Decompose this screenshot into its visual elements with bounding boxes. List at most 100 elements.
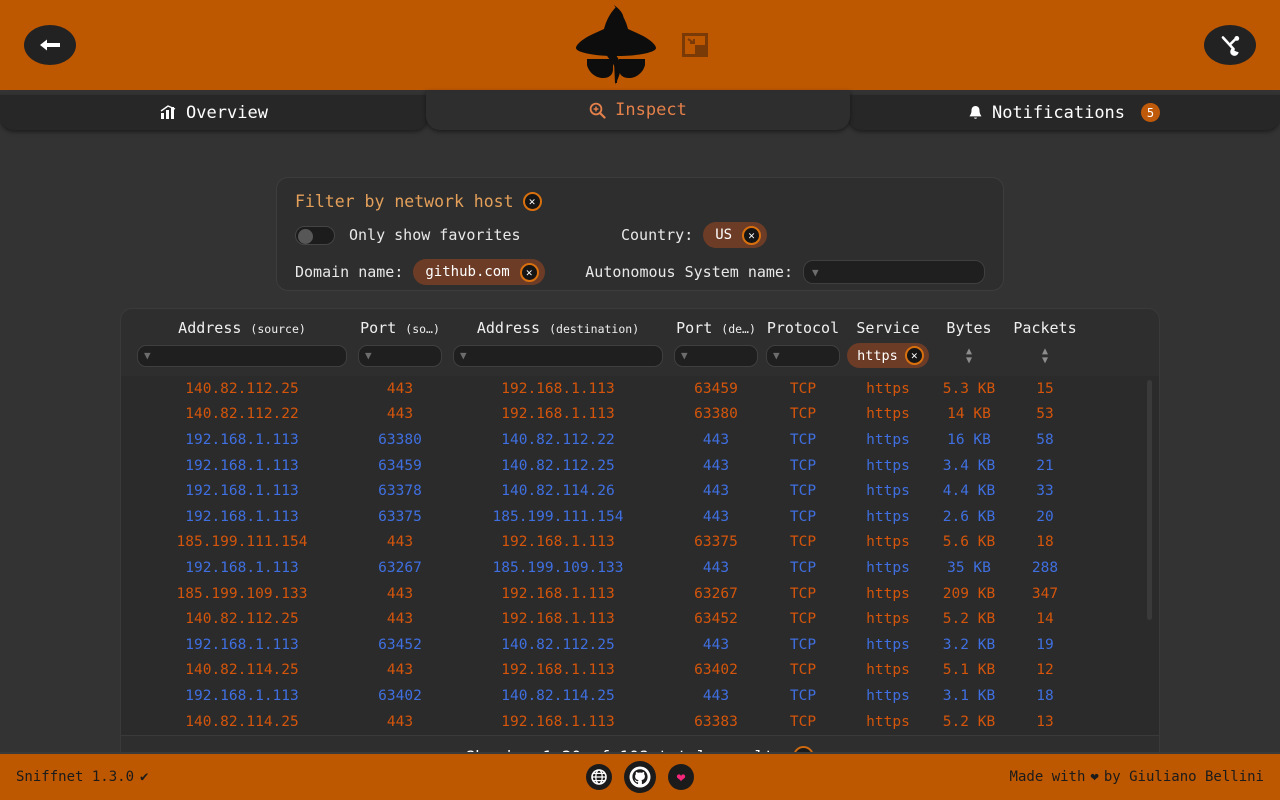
cell-addr-src: 140.82.112.22 bbox=[185, 406, 299, 423]
cell-addr-dst: 192.168.1.113 bbox=[501, 380, 615, 397]
table-body: 140.82.112.25 443 192.168.1.113 63459 TCP htt… bbox=[121, 376, 1159, 735]
table-row[interactable]: 140.82.112.25 443 192.168.1.113 63459 TCP htt… bbox=[121, 376, 1159, 402]
filter-input-port-dst[interactable]: ▼ bbox=[674, 344, 758, 367]
cell-addr-src: 192.168.1.113 bbox=[185, 559, 299, 576]
filter-cell-addr-dst: ▼ bbox=[447, 344, 669, 367]
cell-service: https bbox=[866, 662, 910, 679]
settings-button[interactable] bbox=[1204, 25, 1256, 65]
sort-bytes-button[interactable]: ▲ ▼ bbox=[966, 346, 972, 365]
asn-filter-input[interactable]: ▼ bbox=[803, 260, 985, 284]
clear-service-filter-button[interactable]: ✕ bbox=[904, 346, 924, 365]
filter-row-2: Domain name: github.com ✕ Autonomous Sys… bbox=[295, 259, 985, 285]
github-link-button[interactable] bbox=[624, 761, 656, 793]
cell-addr-dst: 192.168.1.113 bbox=[501, 611, 615, 628]
table-row[interactable]: 185.199.111.154 443 192.168.1.113 63375 TCP h… bbox=[121, 530, 1159, 556]
cell-protocol: TCP bbox=[789, 687, 817, 704]
cell-port-src: 63375 bbox=[378, 508, 422, 525]
cell-port-src: 63452 bbox=[378, 636, 422, 653]
column-header-service[interactable]: Service bbox=[843, 319, 933, 337]
filter-cell-protocol: ▼ bbox=[763, 344, 843, 367]
filter-input-port-src[interactable]: ▼ bbox=[358, 344, 442, 367]
cell-port-src: 443 bbox=[386, 662, 414, 679]
picture-in-picture-button[interactable] bbox=[680, 30, 710, 60]
filter-cell-port-dst: ▼ bbox=[669, 344, 763, 367]
clear-domain-filter-button[interactable]: ✕ bbox=[519, 262, 539, 282]
cell-addr-src: 192.168.1.113 bbox=[185, 483, 299, 500]
column-header-port-src[interactable]: Port (so…) bbox=[353, 319, 447, 337]
cell-addr-dst: 192.168.1.113 bbox=[501, 406, 615, 423]
table-row[interactable]: 192.168.1.113 63267 185.199.109.133 443 TCP h… bbox=[121, 555, 1159, 581]
service-filter-value: https bbox=[857, 347, 898, 364]
cell-packets: 347 bbox=[1031, 585, 1059, 602]
column-header-protocol[interactable]: Protocol bbox=[763, 319, 843, 337]
cell-protocol: TCP bbox=[789, 406, 817, 423]
clear-all-filters-button[interactable]: ✕ bbox=[522, 192, 542, 211]
tab-inspect[interactable]: Inspect bbox=[426, 90, 850, 130]
picture-in-picture-icon bbox=[682, 33, 708, 57]
cell-service: https bbox=[866, 534, 910, 551]
tab-notifications[interactable]: Notifications 5 bbox=[848, 95, 1280, 130]
cell-port-dst: 443 bbox=[702, 508, 730, 525]
cell-protocol: TCP bbox=[789, 483, 817, 500]
table-row[interactable]: 140.82.114.25 443 192.168.1.113 63383 TCP htt… bbox=[121, 709, 1159, 735]
column-header-packets[interactable]: Packets bbox=[1005, 319, 1085, 337]
table-header-labels: Address (source) Port (so…) Address (des… bbox=[121, 319, 1159, 337]
sponsor-link-button[interactable]: ❤ bbox=[668, 764, 694, 790]
filter-cell-bytes: ▲ ▼ bbox=[933, 346, 1005, 365]
table-row[interactable]: 185.199.109.133 443 192.168.1.113 63267 TCP h… bbox=[121, 581, 1159, 607]
cell-addr-src: 192.168.1.113 bbox=[185, 636, 299, 653]
cell-bytes: 5.2 KB bbox=[942, 713, 996, 730]
tab-overview[interactable]: Overview bbox=[0, 95, 428, 130]
cell-service: https bbox=[866, 457, 910, 474]
col-sub: (so…) bbox=[405, 322, 440, 336]
col-sub: (de…) bbox=[721, 322, 756, 336]
table-row[interactable]: 192.168.1.113 63378 140.82.114.26 443 TCP htt… bbox=[121, 478, 1159, 504]
funnel-icon: ▼ bbox=[681, 349, 688, 362]
cell-packets: 19 bbox=[1036, 636, 1054, 653]
service-filter-chip[interactable]: https ✕ bbox=[847, 343, 929, 368]
domain-filter-chip[interactable]: github.com ✕ bbox=[413, 259, 545, 285]
sort-packets-button[interactable]: ▲ ▼ bbox=[1042, 346, 1048, 365]
clear-country-filter-button[interactable]: ✕ bbox=[742, 225, 762, 245]
table-row[interactable]: 192.168.1.113 63375 185.199.111.154 443 TCP h… bbox=[121, 504, 1159, 530]
cell-port-dst: 63380 bbox=[694, 406, 738, 423]
country-filter-chip[interactable]: US ✕ bbox=[703, 222, 768, 248]
cell-port-src: 443 bbox=[386, 380, 414, 397]
column-header-bytes[interactable]: Bytes bbox=[933, 319, 1005, 337]
cell-port-src: 63267 bbox=[378, 559, 422, 576]
arrow-left-icon bbox=[40, 39, 60, 51]
globe-icon bbox=[591, 769, 607, 785]
table-row[interactable]: 192.168.1.113 63380 140.82.112.22 443 TCP htt… bbox=[121, 427, 1159, 453]
cell-packets: 14 bbox=[1036, 611, 1054, 628]
filter-input-protocol[interactable]: ▼ bbox=[766, 344, 840, 367]
table-row[interactable]: 192.168.1.113 63402 140.82.114.25 443 TCP htt… bbox=[121, 683, 1159, 709]
credit-suffix: by Giuliano Bellini bbox=[1103, 769, 1264, 785]
table-row[interactable]: 140.82.112.22 443 192.168.1.113 63380 TCP htt… bbox=[121, 402, 1159, 428]
cell-bytes: 4.4 KB bbox=[942, 483, 996, 500]
table-row[interactable]: 140.82.112.25 443 192.168.1.113 63452 TCP htt… bbox=[121, 606, 1159, 632]
column-header-addr-dst[interactable]: Address (destination) bbox=[447, 319, 669, 337]
column-header-port-dst[interactable]: Port (de…) bbox=[669, 319, 763, 337]
table-scrollbar[interactable] bbox=[1147, 380, 1152, 620]
table-row[interactable]: 192.168.1.113 63452 140.82.112.25 443 TCP htt… bbox=[121, 632, 1159, 658]
cell-bytes: 209 KB bbox=[942, 585, 996, 602]
cell-protocol: TCP bbox=[789, 457, 817, 474]
col-label: Port bbox=[360, 319, 397, 337]
back-button[interactable] bbox=[24, 25, 76, 65]
filter-input-addr-dst[interactable]: ▼ bbox=[453, 344, 663, 367]
cell-addr-dst: 140.82.114.26 bbox=[501, 483, 615, 500]
cell-service: https bbox=[866, 585, 910, 602]
cell-packets: 58 bbox=[1036, 431, 1054, 448]
credits: Made with ❤ by Giuliano Bellini bbox=[1010, 769, 1264, 785]
website-link-button[interactable] bbox=[586, 764, 612, 790]
table-row[interactable]: 140.82.114.25 443 192.168.1.113 63402 TCP htt… bbox=[121, 658, 1159, 684]
only-favorites-toggle[interactable] bbox=[295, 225, 335, 245]
cell-service: https bbox=[866, 483, 910, 500]
filter-panel-title: Filter by network host bbox=[295, 192, 514, 211]
host-filter-panel: Filter by network host ✕ Only show favor… bbox=[276, 177, 1004, 291]
table-row[interactable]: 192.168.1.113 63459 140.82.112.25 443 TCP htt… bbox=[121, 453, 1159, 479]
column-header-addr-src[interactable]: Address (source) bbox=[131, 319, 353, 337]
favorites-filter: Only show favorites bbox=[295, 225, 621, 245]
cell-addr-src: 140.82.112.25 bbox=[185, 611, 299, 628]
filter-input-addr-src[interactable]: ▼ bbox=[137, 344, 347, 367]
